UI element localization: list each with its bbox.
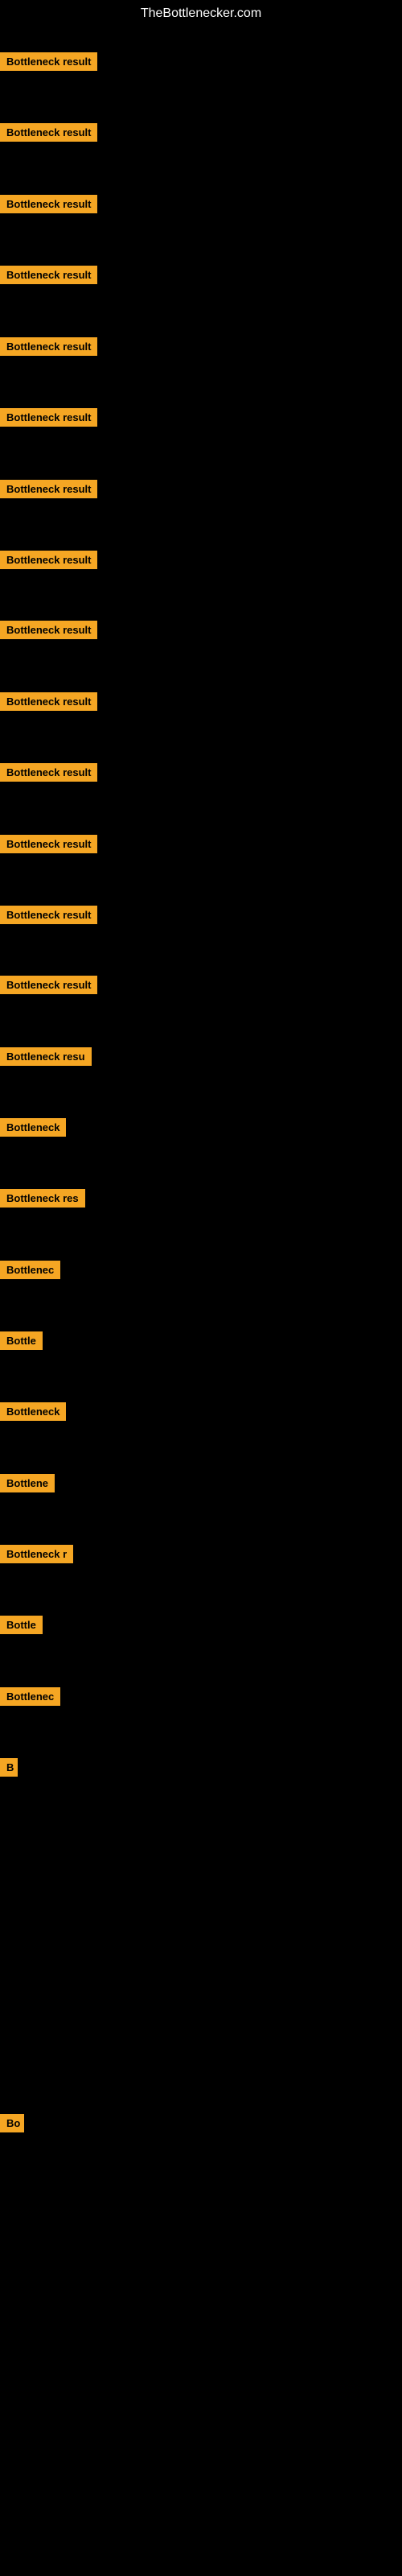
bottleneck-badge: Bottleneck result (0, 835, 97, 853)
bottleneck-badge: Bottleneck result (0, 195, 97, 213)
list-item: Bottleneck r (0, 1545, 73, 1567)
list-item: Bottleneck result (0, 52, 97, 75)
bottleneck-badge: Bottlenec (0, 1261, 60, 1279)
bottleneck-badge: Bottleneck result (0, 551, 97, 569)
page-wrapper: TheBottlenecker.com Bottleneck result Bot… (0, 0, 402, 2576)
list-item: Bottleneck result (0, 906, 97, 928)
list-item: Bottleneck result (0, 337, 97, 360)
list-item: Bottleneck (0, 1118, 66, 1141)
list-item: Bottleneck result (0, 835, 97, 857)
list-item: Bottleneck result (0, 195, 97, 217)
bottleneck-badge: Bottle (0, 1331, 43, 1350)
list-item: Bo (0, 2114, 24, 2136)
bottleneck-badge: Bottleneck (0, 1402, 66, 1421)
bottleneck-badge: Bottleneck result (0, 408, 97, 427)
list-item: Bottleneck result (0, 976, 97, 998)
bottleneck-badge: Bottle (0, 1616, 43, 1634)
bottleneck-badge: Bottleneck result (0, 52, 97, 71)
bottleneck-badge: Bottleneck result (0, 692, 97, 711)
list-item: Bottle (0, 1616, 43, 1638)
list-item: Bottleneck result (0, 763, 97, 786)
bottleneck-badge: Bottleneck result (0, 763, 97, 782)
bottleneck-badge: Bottleneck res (0, 1189, 85, 1208)
list-item: Bottleneck (0, 1402, 66, 1425)
list-item: Bottleneck resu (0, 1047, 92, 1070)
list-item: Bottlenec (0, 1261, 60, 1283)
list-item: Bottleneck result (0, 692, 97, 715)
list-item: Bottleneck result (0, 551, 97, 573)
bottleneck-badge: Bottleneck resu (0, 1047, 92, 1066)
list-item: Bottleneck result (0, 480, 97, 502)
bottleneck-badge: Bottleneck result (0, 480, 97, 498)
bottleneck-badge: Bo (0, 2114, 24, 2132)
list-item: B (0, 1758, 18, 1781)
list-item: Bottle (0, 1331, 43, 1354)
list-item: Bottleneck result (0, 266, 97, 288)
list-item: Bottlene (0, 1474, 55, 1496)
bottleneck-badge: Bottlenec (0, 1687, 60, 1706)
list-item: Bottleneck res (0, 1189, 85, 1212)
bottleneck-badge: Bottleneck result (0, 266, 97, 284)
bottleneck-badge: Bottleneck result (0, 906, 97, 924)
list-item: Bottleneck result (0, 621, 97, 643)
bottleneck-badge: Bottleneck result (0, 621, 97, 639)
bottleneck-badge: Bottleneck (0, 1118, 66, 1137)
bottleneck-badge: B (0, 1758, 18, 1777)
bottleneck-badge: Bottleneck r (0, 1545, 73, 1563)
site-title: TheBottlenecker.com (0, 0, 402, 31)
list-item: Bottleneck result (0, 123, 97, 146)
list-item: Bottleneck result (0, 408, 97, 431)
list-item: Bottlenec (0, 1687, 60, 1710)
bottleneck-badge: Bottleneck result (0, 337, 97, 356)
bottleneck-badge: Bottleneck result (0, 123, 97, 142)
bottleneck-badge: Bottlene (0, 1474, 55, 1492)
bottleneck-badge: Bottleneck result (0, 976, 97, 994)
